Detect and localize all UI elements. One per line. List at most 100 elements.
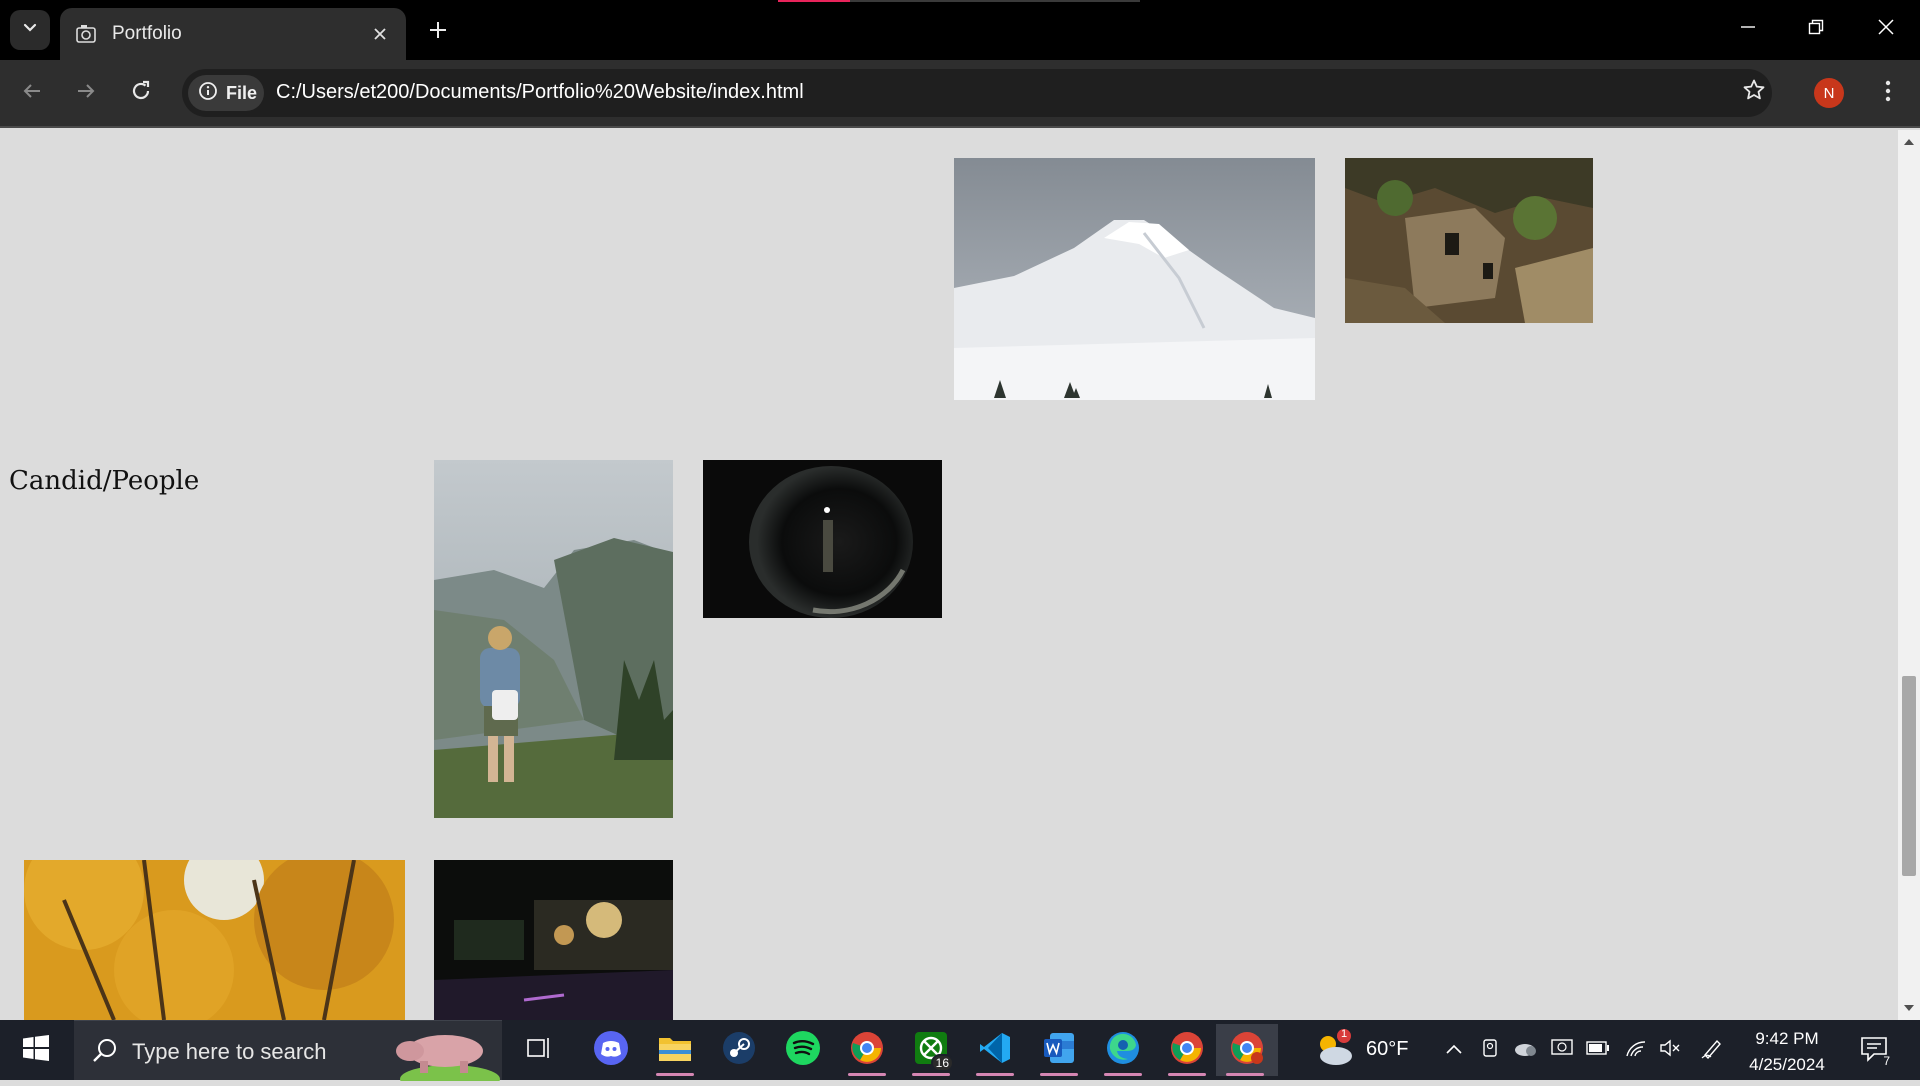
word-icon — [1042, 1031, 1076, 1070]
close-tab-icon[interactable] — [368, 22, 392, 46]
tray-battery[interactable] — [1584, 1036, 1612, 1064]
taskbar-clock[interactable]: 9:42 PM 4/25/2024 — [1732, 1026, 1842, 1078]
url-text[interactable]: C:/Users/et200/Documents/Portfolio%20Web… — [276, 81, 804, 104]
search-icon — [92, 1037, 118, 1068]
pen-icon — [1701, 1037, 1723, 1064]
browser-menu-button[interactable] — [1868, 73, 1908, 113]
cloud-sync-icon — [1514, 1039, 1538, 1062]
plus-icon — [428, 20, 448, 45]
more-vertical-icon — [1885, 80, 1891, 107]
tray-onedrive[interactable] — [1512, 1036, 1540, 1064]
taskbar-spotify[interactable] — [774, 1024, 832, 1076]
wifi-icon — [1625, 1038, 1647, 1063]
taskbar-chrome-profile-n[interactable] — [1216, 1024, 1278, 1076]
photo-tunnel-figure[interactable] — [703, 460, 942, 618]
running-indicator — [848, 1073, 886, 1076]
edge-icon — [1106, 1031, 1140, 1070]
battery-icon — [1586, 1040, 1610, 1060]
volume-muted-icon — [1659, 1038, 1681, 1063]
restore-icon — [1808, 19, 1824, 40]
taskbar-vscode[interactable] — [966, 1024, 1024, 1076]
running-indicator — [1226, 1073, 1264, 1076]
discord-icon — [594, 1030, 628, 1070]
taskbar-word[interactable] — [1030, 1024, 1088, 1076]
profile-avatar[interactable]: N — [1814, 78, 1844, 108]
back-button[interactable] — [12, 73, 52, 113]
page-scrollbar[interactable] — [1898, 130, 1920, 1020]
page-load-progress-fill — [778, 0, 850, 2]
clock-time: 9:42 PM — [1755, 1029, 1819, 1048]
search-placeholder: Type here to search — [132, 1039, 327, 1064]
photo-night-street[interactable] — [434, 860, 673, 1020]
photo-cliff-house[interactable] — [1345, 158, 1593, 323]
arrow-left-icon — [21, 80, 43, 107]
browser-toolbar: File C:/Users/et200/Documents/Portfolio%… — [0, 60, 1920, 128]
site-info-button[interactable]: File — [188, 75, 264, 111]
tab-search-button[interactable] — [10, 10, 50, 50]
steam-icon — [722, 1031, 756, 1070]
new-tab-button[interactable] — [420, 14, 456, 50]
weather-alert-count: 1 — [1340, 1028, 1348, 1040]
page-favicon-icon — [74, 22, 98, 46]
chrome-icon — [1170, 1031, 1204, 1070]
running-indicator — [656, 1073, 694, 1076]
clock-date: 4/25/2024 — [1749, 1055, 1825, 1074]
browser-tab-portfolio[interactable]: Portfolio — [60, 8, 406, 60]
chevron-down-icon — [21, 19, 39, 42]
taskbar-chrome-2[interactable] — [1158, 1024, 1216, 1076]
scroll-up-arrow-icon[interactable] — [1903, 136, 1915, 148]
weather-cloudy-icon — [1312, 1029, 1356, 1072]
reload-button[interactable] — [121, 73, 161, 113]
page-load-progress — [778, 0, 1140, 2]
xbox-badge: 16 — [930, 1054, 954, 1072]
address-bar[interactable]: File C:/Users/et200/Documents/Portfolio%… — [182, 69, 1772, 117]
taskbar-discord[interactable] — [582, 1024, 640, 1076]
taskbar-weather[interactable]: 1 — [1312, 1028, 1362, 1072]
tray-pen[interactable] — [1698, 1036, 1726, 1064]
taskbar-steam[interactable] — [710, 1024, 768, 1076]
spotify-icon — [786, 1030, 820, 1070]
forward-button[interactable] — [66, 73, 106, 113]
scroll-thumb[interactable] — [1902, 676, 1916, 876]
tray-network[interactable] — [1622, 1036, 1650, 1064]
weather-temperature[interactable]: 60°F — [1366, 1038, 1408, 1061]
notification-center-button[interactable]: 7 — [1856, 1034, 1892, 1068]
chevron-up-icon — [1446, 1041, 1462, 1059]
section-heading-candid-people: Candid/People — [9, 466, 200, 496]
search-highlight-hippo-image — [390, 1027, 500, 1086]
notification-count: 7 — [1883, 1054, 1890, 1068]
windows-logo-icon — [23, 1034, 49, 1066]
scroll-down-arrow-icon[interactable] — [1903, 1002, 1915, 1014]
tray-screen-sync[interactable] — [1548, 1036, 1576, 1064]
start-button[interactable] — [10, 1026, 62, 1074]
running-indicator — [976, 1073, 1014, 1076]
video-call-icon — [1481, 1038, 1499, 1063]
taskbar-chrome[interactable] — [838, 1024, 896, 1076]
windows-taskbar: Type here to search 16 1 60°F 9:42 PM 4/… — [0, 1020, 1920, 1086]
taskbar-xbox[interactable]: 16 — [902, 1024, 960, 1076]
taskbar-task-view[interactable] — [510, 1024, 568, 1076]
close-window-button[interactable] — [1852, 0, 1920, 58]
taskbar-search-box[interactable]: Type here to search — [74, 1020, 502, 1086]
minimize-icon — [1740, 19, 1756, 40]
taskbar-edge[interactable] — [1094, 1024, 1152, 1076]
taskbar-file-explorer[interactable] — [646, 1024, 704, 1076]
tray-meet-now[interactable] — [1476, 1036, 1504, 1064]
photo-hiker-valley[interactable] — [434, 460, 673, 818]
folder-icon — [658, 1034, 692, 1067]
star-icon — [1742, 78, 1766, 107]
running-indicator — [912, 1073, 950, 1076]
show-hidden-icons-button[interactable] — [1440, 1036, 1468, 1064]
tray-volume[interactable] — [1656, 1036, 1684, 1064]
minimize-button[interactable] — [1714, 0, 1782, 58]
info-icon — [198, 81, 218, 106]
restore-button[interactable] — [1782, 0, 1850, 58]
running-indicator — [1104, 1073, 1142, 1076]
bookmark-button[interactable] — [1734, 72, 1774, 112]
close-icon — [1877, 18, 1895, 41]
chrome-icon — [850, 1031, 884, 1070]
reload-icon — [130, 80, 152, 107]
task-view-icon — [526, 1036, 552, 1065]
photo-snow-mountain[interactable] — [954, 158, 1315, 400]
photo-autumn-trees[interactable] — [24, 860, 405, 1020]
